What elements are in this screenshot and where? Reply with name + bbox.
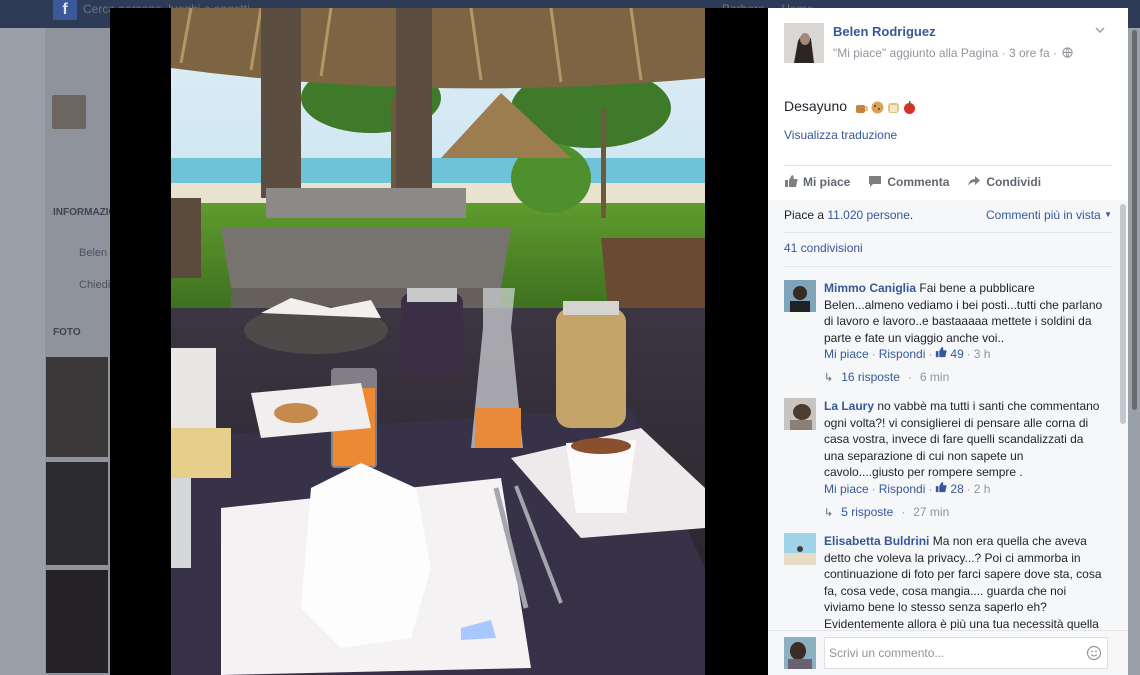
shares-count-link[interactable]: 41 condivisioni (784, 241, 863, 255)
bread-emoji-icon (886, 100, 901, 115)
like-button[interactable]: Mi piace (784, 174, 850, 191)
comment-body: La Laury no vabbè ma tutti i santi che c… (824, 398, 1104, 481)
page-scrollbar[interactable] (1132, 30, 1137, 410)
emoji-row (854, 100, 917, 115)
post-side-panel: Belen Rodriguez "Mi piace" aggiunto alla… (768, 8, 1128, 675)
post-text: Desayuno (784, 98, 917, 115)
commenter-avatar-image (784, 398, 816, 430)
comment-reply-link[interactable]: Rispondi (879, 347, 926, 361)
likes-count-link[interactable]: 11.020 persone (827, 208, 910, 222)
facebook-logo-icon: f (53, 0, 77, 20)
comment-sort-dropdown[interactable]: Commenti più in vista ▼ (986, 208, 1112, 222)
background-photo (46, 357, 108, 457)
separator: · (966, 346, 971, 361)
likes-prefix: Piace a (784, 208, 828, 222)
caret-down-icon: ▼ (1104, 210, 1112, 219)
replies-time: 6 min (919, 370, 950, 384)
background-info-ask: Chiedi (79, 279, 111, 291)
comment-text: Ma non era quella che aveva detto che vo… (824, 534, 1102, 630)
emoji-picker-icon[interactable] (1086, 645, 1102, 661)
coffee-emoji-icon (854, 100, 869, 115)
comment-like-count-icon (935, 481, 947, 496)
comment-bubble-icon (868, 174, 882, 191)
reply-arrow-icon: ↳ (824, 371, 834, 384)
post-meta-text: "Mi piace" aggiunto alla Pagina · 3 ore … (833, 46, 1057, 60)
comment-footer: Mi piace · Rispondi · 49 · 3 h (824, 346, 990, 361)
comments-section: Piace a 11.020 persone. Commenti più in … (768, 200, 1128, 630)
separator: · (907, 370, 912, 384)
likes-suffix: . (909, 208, 914, 222)
separator: · (928, 346, 933, 361)
comment-body: Elisabetta Buldrini Ma non era quella ch… (824, 533, 1104, 630)
cookie-emoji-icon (870, 100, 885, 115)
commenter-avatar[interactable] (784, 398, 816, 430)
comment-button[interactable]: Commenta (868, 174, 949, 191)
separator: · (966, 481, 971, 496)
comment-like-count[interactable]: 28 (950, 482, 963, 496)
replies-count: 16 risposte (841, 370, 900, 384)
comment-like-count[interactable]: 49 (950, 347, 963, 361)
separator: · (871, 346, 876, 361)
commenter-avatar-image (784, 533, 816, 565)
comment-like-link[interactable]: Mi piace (824, 347, 869, 361)
commenter-name-link[interactable]: Mimmo Caniglia (824, 281, 916, 295)
thumbs-up-icon (784, 174, 798, 191)
comment-like-link[interactable]: Mi piace (824, 482, 869, 496)
share-button[interactable]: Condividi (967, 174, 1041, 191)
replies-time: 27 min (913, 505, 950, 519)
background-photos-heading: FOTO (53, 327, 81, 338)
current-user-avatar (784, 637, 816, 669)
comment-time[interactable]: 2 h (974, 482, 991, 496)
comment-body: Mimmo Caniglia Fai bene a pubblicare Bel… (824, 280, 1104, 346)
commenter-avatar[interactable] (784, 280, 816, 312)
commenter-avatar[interactable] (784, 533, 816, 565)
comment-reply-link[interactable]: Rispondi (879, 482, 926, 496)
comment-time[interactable]: 3 h (974, 347, 991, 361)
replies-count: 5 risposte (841, 505, 894, 519)
globe-icon (1062, 47, 1073, 61)
post-actions-bar: Mi piace Commenta Condividi (784, 165, 1112, 198)
comment-input[interactable] (824, 637, 1108, 669)
comment-like-count-icon (935, 346, 947, 361)
background-photo (46, 462, 108, 565)
divider (784, 232, 1112, 233)
share-arrow-icon (967, 174, 981, 191)
separator: · (901, 505, 906, 519)
post-header: Belen Rodriguez "Mi piace" aggiunto alla… (768, 8, 1128, 78)
separator: · (871, 481, 876, 496)
reply-arrow-icon: ↳ (824, 506, 834, 519)
current-user-avatar-image (784, 637, 816, 669)
apple-emoji-icon (902, 100, 917, 115)
author-avatar[interactable] (784, 23, 824, 63)
comment-footer: Mi piace · Rispondi · 28 · 2 h (824, 481, 990, 496)
post-meta: "Mi piace" aggiunto alla Pagina · 3 ore … (833, 46, 1073, 61)
likes-summary: Piace a 11.020 persone. (784, 208, 913, 222)
separator: · (928, 481, 933, 496)
author-name-link[interactable]: Belen Rodriguez (833, 24, 936, 39)
comment-composer (768, 630, 1128, 675)
replies-link[interactable]: ↳ 5 risposte · 27 min (824, 505, 949, 519)
comments-scrollbar[interactable] (1120, 204, 1126, 424)
background-photo (46, 570, 108, 673)
commenter-avatar-image (784, 280, 816, 312)
post-text-content: Desayuno (784, 98, 848, 114)
comment-sort-label: Commenti più in vista (986, 208, 1101, 222)
breakfast-photo-illustration (171, 8, 705, 675)
background-info-name: Belen (79, 247, 108, 259)
chevron-down-icon[interactable] (1094, 24, 1108, 38)
background-avatar (52, 95, 86, 129)
author-avatar-image (784, 23, 824, 63)
commenter-name-link[interactable]: Elisabetta Buldrini (824, 534, 929, 548)
comment-button-label: Commenta (887, 175, 950, 189)
divider (784, 266, 1112, 267)
like-button-label: Mi piace (803, 175, 851, 189)
see-translation-link[interactable]: Visualizza traduzione (784, 128, 897, 142)
commenter-name-link[interactable]: La Laury (824, 399, 874, 413)
post-photo[interactable] (171, 8, 705, 675)
share-button-label: Condividi (986, 175, 1042, 189)
replies-link[interactable]: ↳ 16 risposte · 6 min (824, 370, 949, 384)
